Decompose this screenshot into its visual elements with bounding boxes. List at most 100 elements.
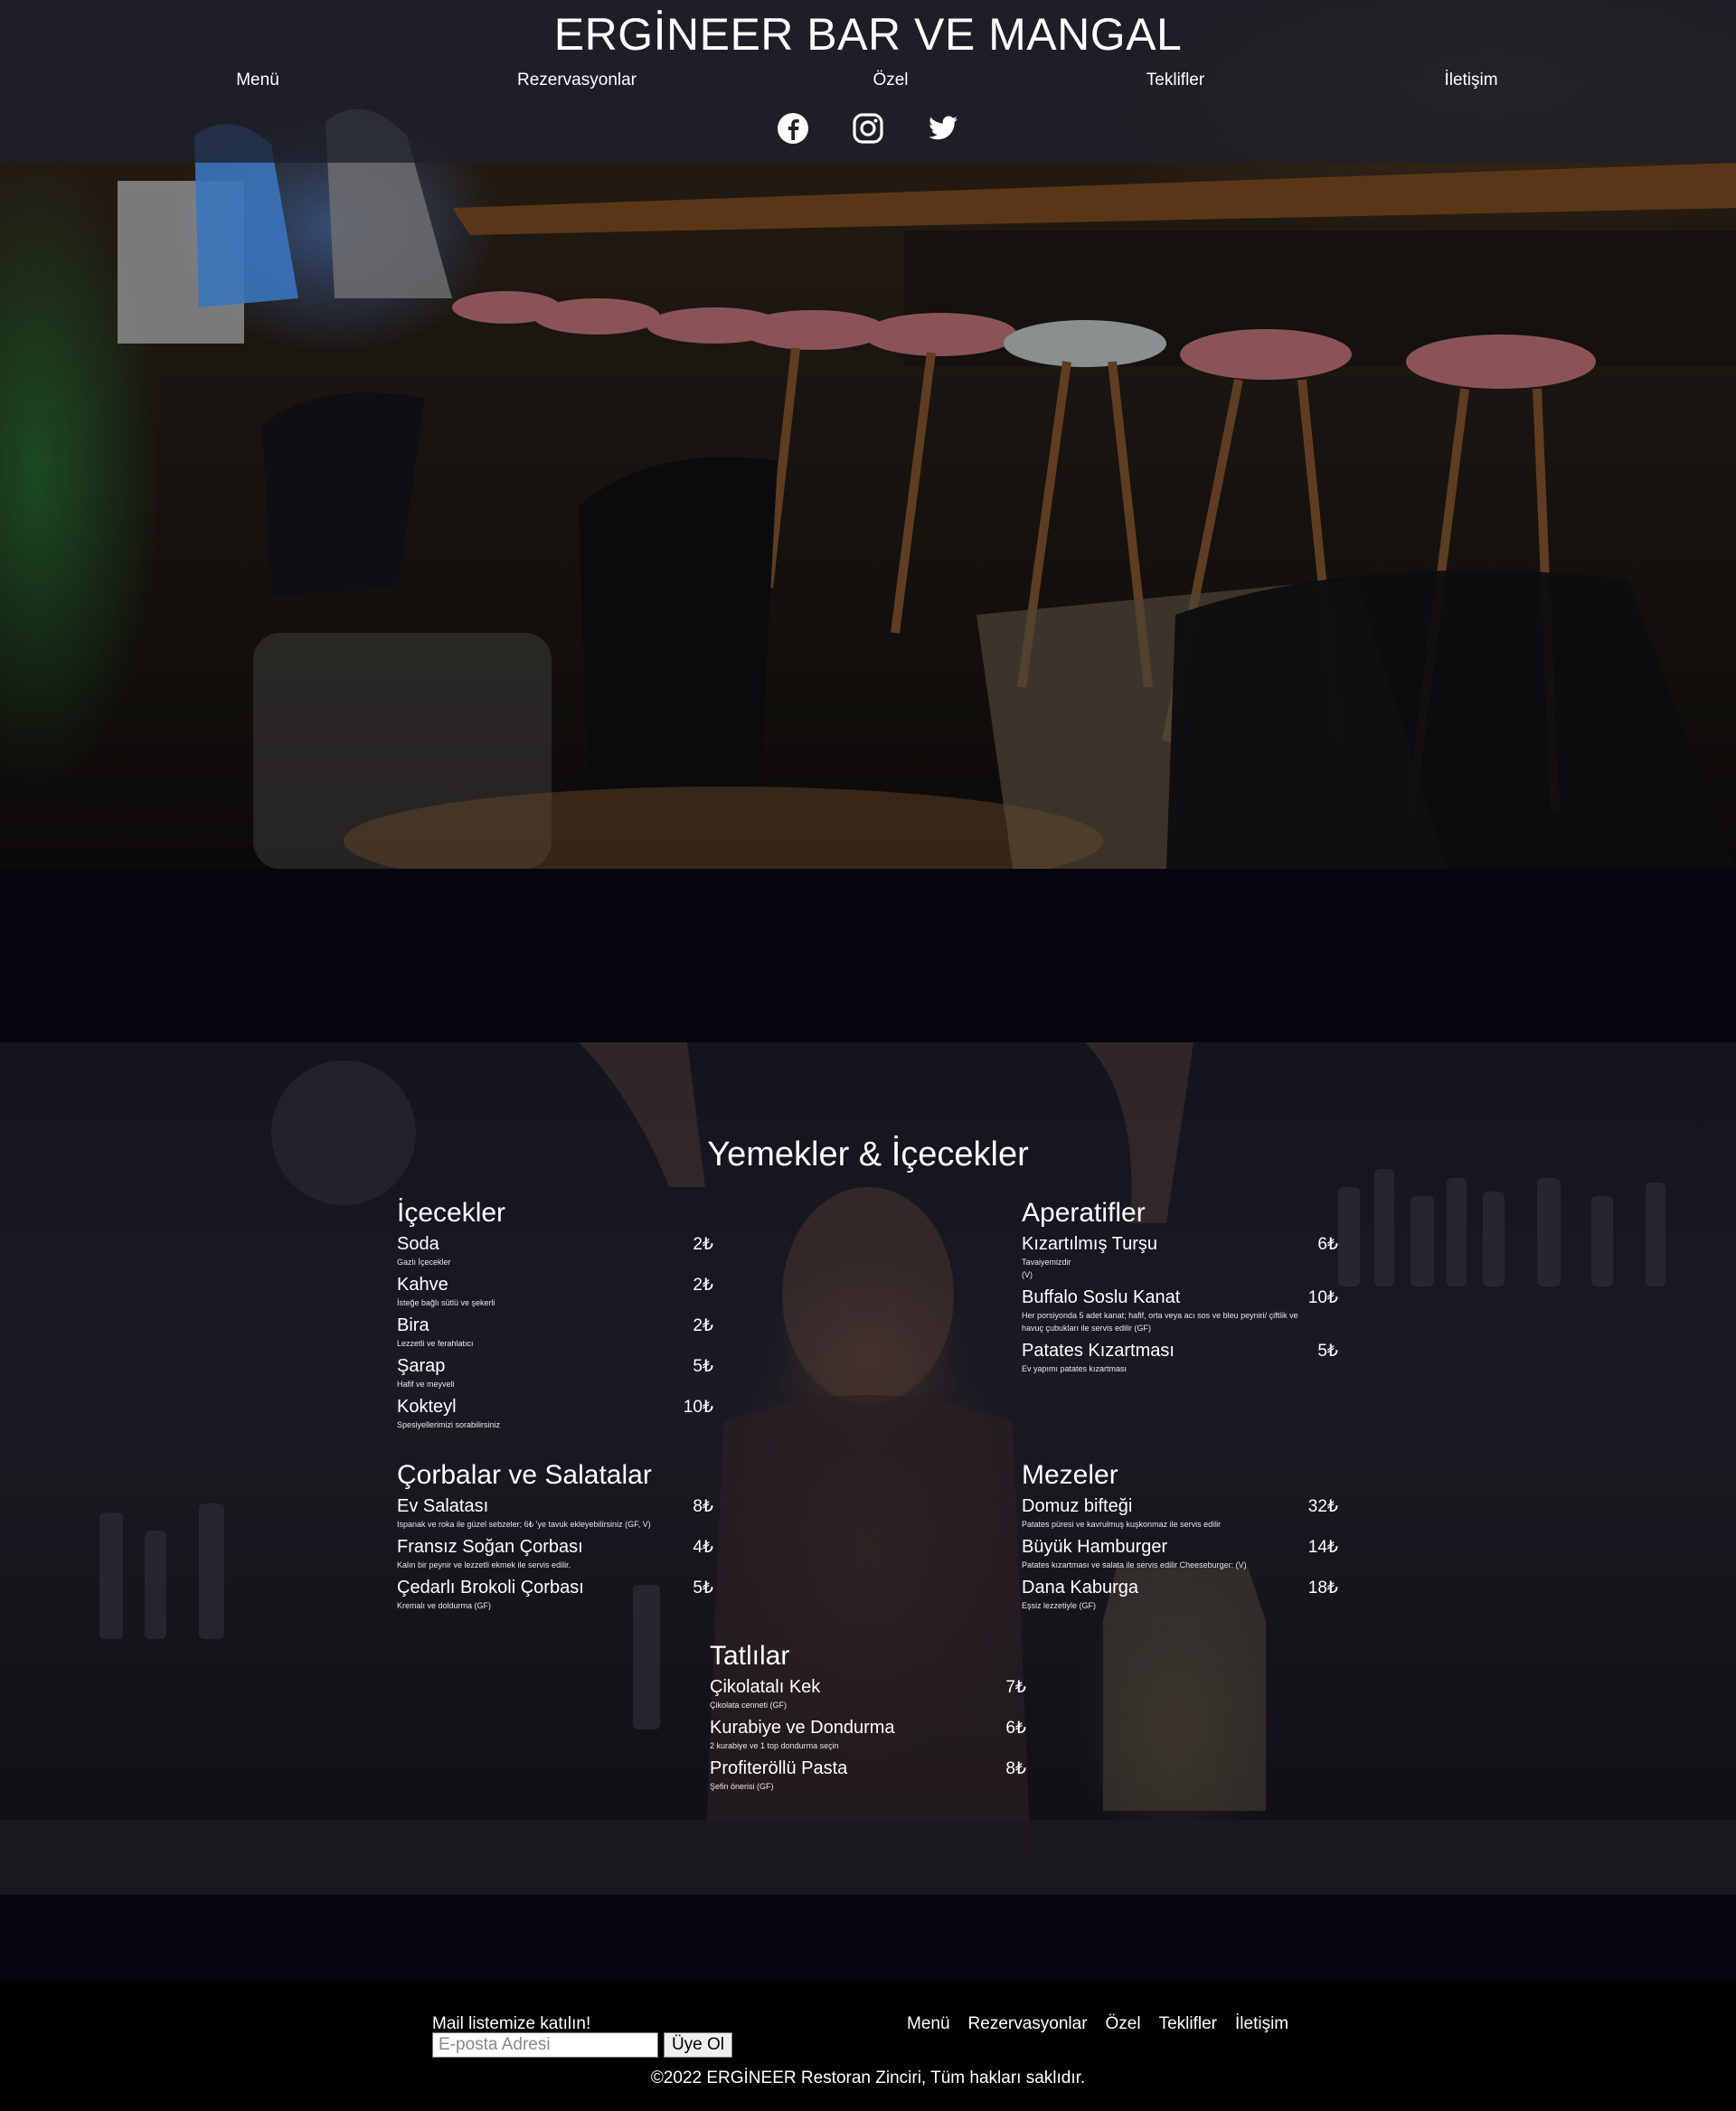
- nav-reservations[interactable]: Rezervasyonlar: [517, 71, 637, 90]
- item-price: 5₺: [693, 1357, 713, 1376]
- item-description: Ispanak ve roka ile güzel sebzeler; 6₺ '…: [397, 1520, 651, 1529]
- item-name: Kahve: [397, 1275, 448, 1295]
- category-title: Mezeler: [1022, 1460, 1118, 1490]
- item-description: Patates kızartması ve salata ile servis …: [1022, 1560, 1247, 1569]
- menu-item: Çikolatalı Kek 7₺ Çikolata cenneti (GF): [710, 1676, 1026, 1711]
- item-name: Kokteyl: [397, 1397, 457, 1417]
- item-description: Şefin önerisi (GF): [710, 1782, 774, 1791]
- item-description: Eşsiz lezzetiyle (GF): [1022, 1601, 1097, 1610]
- category-mains: Mezeler Domuz bifteği 32₺ Patates püresi …: [1022, 1459, 1338, 1617]
- item-price: 18₺: [1307, 1579, 1338, 1597]
- menu-item: Patates Kızartması 5₺ Ev yapımı patates k…: [1022, 1340, 1338, 1375]
- menu-item: Ev Salatası 8₺ Ispanak ve roka ile güzel …: [397, 1495, 713, 1531]
- menu-item: Büyük Hamburger 14₺ Patates kızartması ve…: [1022, 1536, 1338, 1571]
- item-price: 2₺: [693, 1316, 713, 1335]
- facebook-icon[interactable]: [775, 110, 811, 146]
- nav-offers[interactable]: Teklifler: [1146, 71, 1204, 90]
- item-price: 5₺: [1317, 1342, 1338, 1361]
- menu-item: Kahve 2₺ İsteğe bağlı sütlü ve şekerli: [397, 1274, 713, 1309]
- item-price: 2₺: [693, 1276, 713, 1295]
- twitter-icon[interactable]: [925, 110, 961, 146]
- item-price: 4₺: [693, 1538, 713, 1557]
- item-name: Domuz bifteği: [1022, 1496, 1133, 1516]
- site-title: ERGİNEER BAR VE MANGAL: [553, 9, 1183, 60]
- item-price: 6₺: [1005, 1719, 1026, 1738]
- menu-item: Buffalo Soslu Kanat 10₺ Her porsiyonda 5 …: [1022, 1286, 1338, 1334]
- item-price: 2₺: [693, 1235, 713, 1254]
- menu-item: Kızartılmış Turşu 6₺ Tavaiyemizdir (V): [1022, 1233, 1338, 1281]
- nav-contact[interactable]: İletişim: [1444, 71, 1497, 90]
- item-price: 10₺: [683, 1398, 713, 1417]
- category-title: Tatlılar: [710, 1641, 790, 1671]
- menu-item: Dana Kaburga 18₺ Eşsiz lezzetiyle (GF): [1022, 1577, 1338, 1612]
- item-description: Lezzetli ve ferahlatıcı: [397, 1339, 474, 1348]
- item-price: 5₺: [693, 1579, 713, 1597]
- site-header: ERGİNEER BAR VE MANGAL Menü Rezervasyonl…: [0, 0, 1736, 163]
- category-title: Çorbalar ve Salatalar: [397, 1460, 652, 1490]
- item-description: Patates püresi ve kavrulmuş kuşkonmaz il…: [1022, 1520, 1222, 1529]
- menu-item: Domuz bifteği 32₺ Patates püresi ve kavru…: [1022, 1495, 1338, 1531]
- menu-item: Profiteröllü Pasta 8₺ Şefin önerisi (GF): [710, 1758, 1026, 1793]
- item-price: 32₺: [1307, 1497, 1338, 1516]
- menu-item: Şarap 5₺ Hafif ve meyveli: [397, 1355, 713, 1390]
- item-description: İsteğe bağlı sütlü ve şekerli: [397, 1298, 495, 1307]
- item-name: Dana Kaburga: [1022, 1578, 1138, 1597]
- item-name: Profiteröllü Pasta: [710, 1758, 848, 1778]
- menu-heading: Yemekler & İçecekler: [707, 1136, 1029, 1173]
- item-name: Patates Kızartması: [1022, 1341, 1175, 1361]
- menu-item: Çedarlı Brokoli Çorbası 5₺ Kremalı ve dol…: [397, 1577, 713, 1612]
- item-name: Buffalo Soslu Kanat: [1022, 1287, 1181, 1307]
- site-footer: Mail listemize katılın! Üye Ol Menü Reze…: [0, 1982, 1736, 2111]
- item-description: Ev yapımı patates kızartması: [1022, 1364, 1127, 1373]
- item-description: Her porsiyonda 5 adet kanat; hafif, orta…: [1022, 1311, 1298, 1333]
- item-name: Çikolatalı Kek: [710, 1677, 821, 1697]
- category-drinks: İçecekler Soda 2₺ Gazlı İçecekler Kahve 2₺…: [397, 1197, 713, 1437]
- item-description: 2 kurabiye ve 1 top dondurma seçin: [710, 1741, 839, 1750]
- footer-nav-reservations[interactable]: Rezervasyonlar: [968, 2014, 1088, 2036]
- item-description: Kalın bir peynir ve lezzetli ekmek ile s…: [397, 1560, 571, 1569]
- email-input[interactable]: [432, 2032, 658, 2058]
- social-links: [0, 110, 1736, 146]
- item-name: Şarap: [397, 1356, 446, 1376]
- menu-item: Bira 2₺ Lezzetli ve ferahlatıcı: [397, 1315, 713, 1350]
- category-soups-salads: Çorbalar ve Salatalar Ev Salatası 8₺ Ispa…: [397, 1459, 713, 1617]
- nav-special[interactable]: Özel: [873, 71, 908, 90]
- item-name: Kızartılmış Turşu: [1022, 1234, 1158, 1254]
- menu-item: Soda 2₺ Gazlı İçecekler: [397, 1233, 713, 1268]
- menu-item: Fransız Soğan Çorbası 4₺ Kalın bir peynir…: [397, 1536, 713, 1571]
- menu-item: Kokteyl 10₺ Spesiyellerimizi sorabilirsin…: [397, 1396, 713, 1431]
- item-name: Ev Salatası: [397, 1496, 489, 1516]
- item-name: Soda: [397, 1234, 439, 1254]
- copyright: ©2022 ERGİNEER Restoran Zinciri, Tüm hak…: [650, 2069, 1086, 2087]
- instagram-icon[interactable]: [850, 110, 886, 146]
- footer-nav-contact[interactable]: İletişim: [1235, 2014, 1288, 2036]
- footer-nav-menu[interactable]: Menü: [907, 2014, 950, 2036]
- category-title: Aperatifler: [1022, 1198, 1146, 1228]
- item-name: Büyük Hamburger: [1022, 1537, 1168, 1557]
- category-title: İçecekler: [397, 1198, 506, 1228]
- subscribe-button[interactable]: Üye Ol: [664, 2032, 732, 2058]
- item-price: 6₺: [1317, 1235, 1338, 1254]
- item-description: Spesiyellerimizi sorabilirsiniz: [397, 1420, 501, 1429]
- item-description: Hafif ve meyveli: [397, 1380, 455, 1389]
- item-price: 14₺: [1307, 1538, 1338, 1557]
- item-name: Çedarlı Brokoli Çorbası: [397, 1578, 584, 1597]
- footer-nav-offers[interactable]: Teklifler: [1159, 2014, 1217, 2036]
- item-name: Fransız Soğan Çorbası: [397, 1537, 583, 1557]
- item-price: 8₺: [693, 1497, 713, 1516]
- hero-section: ERGİNEER BAR VE MANGAL Menü Rezervasyonl…: [0, 0, 1736, 869]
- nav-menu[interactable]: Menü: [236, 71, 279, 90]
- item-price: 7₺: [1005, 1678, 1026, 1697]
- footer-nav: Menü Rezervasyonlar Özel Teklifler İleti…: [907, 2014, 1288, 2036]
- item-name: Kurabiye ve Dondurma: [710, 1718, 895, 1738]
- item-description: Tavaiyemizdir (V): [1022, 1258, 1071, 1279]
- item-price: 10₺: [1307, 1288, 1338, 1307]
- mail-list-label: Mail listemize katılın!: [432, 2014, 591, 2033]
- footer-nav-special[interactable]: Özel: [1106, 2014, 1141, 2036]
- item-description: Gazlı İçecekler: [397, 1258, 451, 1267]
- main-nav: Menü Rezervasyonlar Özel Teklifler İleti…: [0, 71, 1736, 94]
- item-description: Çikolata cenneti (GF): [710, 1701, 788, 1710]
- item-name: Bira: [397, 1315, 429, 1335]
- item-description: Kremalı ve doldurma (GF): [397, 1601, 492, 1610]
- category-desserts: Tatlılar Çikolatalı Kek 7₺ Çikolata cenne…: [710, 1640, 1026, 1798]
